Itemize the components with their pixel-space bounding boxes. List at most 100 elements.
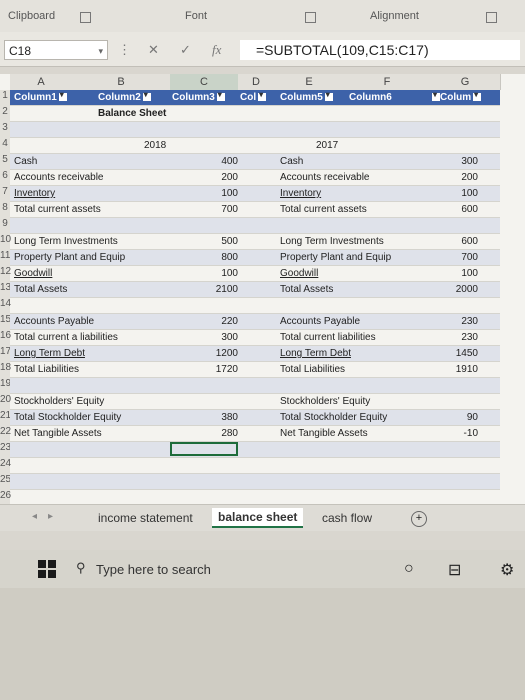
row-label-2017[interactable]: Long Term Investments xyxy=(280,236,384,247)
value-2018[interactable]: 200 xyxy=(221,172,238,183)
table-row[interactable] xyxy=(10,442,500,458)
chevron-down-icon[interactable]: ▾ xyxy=(98,41,103,61)
table-row[interactable]: 2018 2017 xyxy=(10,138,500,154)
column-header-a[interactable]: A xyxy=(10,74,73,90)
column-header-e[interactable]: E xyxy=(274,74,345,90)
row-number[interactable]: 10 xyxy=(0,234,11,251)
row-label-2017[interactable]: Cash xyxy=(280,156,303,167)
table-row[interactable] xyxy=(10,458,500,474)
column-header-c[interactable]: C xyxy=(170,74,239,90)
value-2017[interactable]: 230 xyxy=(461,332,478,343)
column1-header[interactable]: Column1 xyxy=(14,90,67,103)
row-number[interactable]: 7 xyxy=(0,186,10,203)
column-header-g[interactable]: G xyxy=(430,74,501,90)
column3-header[interactable]: Column3 xyxy=(172,90,225,103)
table-row[interactable]: Total Liabilities 1720 Total Liabilities 19… xyxy=(10,362,500,378)
scroll-left-icon[interactable]: ◂ xyxy=(32,511,37,522)
value-2018[interactable]: 1200 xyxy=(216,348,238,359)
windows-start-icon[interactable] xyxy=(38,560,56,578)
filter-dropdown-icon[interactable] xyxy=(324,90,333,102)
table-row[interactable]: Goodwill 100 Goodwill 100 xyxy=(10,266,500,282)
table-row[interactable]: Cash 400 Cash 300 xyxy=(10,154,500,170)
row-number[interactable]: 3 xyxy=(0,122,10,139)
row-number[interactable]: 5 xyxy=(0,154,10,171)
settings-icon[interactable]: ⚙ xyxy=(500,560,514,580)
value-2018[interactable]: 800 xyxy=(221,252,238,263)
active-cell-c18[interactable] xyxy=(170,442,238,456)
row-number[interactable]: 25 xyxy=(0,474,11,491)
column7-header[interactable]: Colum xyxy=(430,90,482,103)
row-label-2018[interactable]: Inventory xyxy=(14,188,55,199)
row-label-2017[interactable]: Stockholders' Equity xyxy=(280,396,370,407)
value-2017[interactable]: 90 xyxy=(467,412,478,423)
table-row[interactable]: Accounts Payable 220 Accounts Payable 230 xyxy=(10,314,500,330)
row-label-2017[interactable]: Total current assets xyxy=(280,204,367,215)
more-options-icon[interactable]: ⋮ xyxy=(118,42,131,58)
column-header-f[interactable]: F xyxy=(344,74,431,90)
row-label-2017[interactable]: Total Assets xyxy=(280,284,333,295)
row-number[interactable]: 17 xyxy=(0,346,11,363)
row-number[interactable]: 13 xyxy=(0,282,11,299)
row-number[interactable]: 21 xyxy=(0,410,11,427)
row-number[interactable]: 16 xyxy=(0,330,11,347)
row-label-2017[interactable]: Net Tangible Assets xyxy=(280,428,368,439)
table-row[interactable]: Long Term Debt 1200 Long Term Debt 1450 xyxy=(10,346,500,362)
column-header-b[interactable]: B xyxy=(72,74,171,90)
row-number[interactable]: 2 xyxy=(0,106,10,123)
table-row[interactable]: Property Plant and Equip 800 Property Plan… xyxy=(10,250,500,266)
row-label-2017[interactable]: Long Term Debt xyxy=(280,348,351,359)
name-box[interactable]: C18 ▾ xyxy=(4,40,108,60)
value-2018[interactable]: 400 xyxy=(221,156,238,167)
cortana-icon[interactable]: ○ xyxy=(404,560,414,578)
filter-dropdown-icon[interactable] xyxy=(58,90,67,102)
row-number[interactable]: 14 xyxy=(0,298,11,315)
task-view-icon[interactable]: ⊟ xyxy=(448,560,461,580)
row-label-2018[interactable]: Long Term Investments xyxy=(14,236,118,247)
value-2018[interactable]: 500 xyxy=(221,236,238,247)
value-2017[interactable]: 600 xyxy=(461,204,478,215)
row-number[interactable]: 12 xyxy=(0,266,11,283)
row-label-2018[interactable]: Accounts receivable xyxy=(14,172,104,183)
value-2017[interactable]: 1450 xyxy=(456,348,478,359)
row-label-2017[interactable]: Total Stockholder Equity xyxy=(280,412,387,423)
close-icon[interactable]: ✕ xyxy=(148,42,159,58)
value-2018[interactable]: 220 xyxy=(221,316,238,327)
table-row[interactable] xyxy=(10,378,500,394)
filter-dropdown-icon[interactable] xyxy=(142,90,151,102)
value-2017[interactable]: 1910 xyxy=(456,364,478,375)
row-number[interactable]: 15 xyxy=(0,314,11,331)
formula-input[interactable]: =SUBTOTAL(109,C15:C17) xyxy=(240,40,520,60)
row-number[interactable]: 4 xyxy=(0,138,10,155)
row-number[interactable]: 6 xyxy=(0,170,10,187)
font-launcher-icon[interactable]: x xyxy=(305,12,316,23)
table-row[interactable]: Inventory 100 Inventory 100 xyxy=(10,186,500,202)
search-placeholder[interactable]: Type here to search xyxy=(96,562,211,577)
taskbar-search[interactable]: ⚲ Type here to search xyxy=(76,556,336,582)
column2-header[interactable]: Column2 xyxy=(98,90,151,103)
alignment-launcher-icon[interactable]: x xyxy=(486,12,497,23)
row-label-2018[interactable]: Accounts Payable xyxy=(14,316,94,327)
row-label-2017[interactable]: Accounts receivable xyxy=(280,172,370,183)
row-label-2018[interactable]: Total current a liabilities xyxy=(14,332,118,343)
value-2017[interactable]: 600 xyxy=(461,236,478,247)
row-number[interactable]: 18 xyxy=(0,362,11,379)
table-row[interactable] xyxy=(10,218,500,234)
row-label-2017[interactable]: Total current liabilities xyxy=(280,332,376,343)
row-label-2018[interactable]: Total current assets xyxy=(14,204,101,215)
value-2017[interactable]: 300 xyxy=(461,156,478,167)
value-2018[interactable]: 100 xyxy=(221,268,238,279)
value-2018[interactable]: 2100 xyxy=(216,284,238,295)
value-2018[interactable]: 300 xyxy=(221,332,238,343)
table-row[interactable]: Total Stockholder Equity 380 Total Stockho… xyxy=(10,410,500,426)
row-label-2018[interactable]: Net Tangible Assets xyxy=(14,428,102,439)
value-2018[interactable]: 280 xyxy=(221,428,238,439)
row-label-2018[interactable]: Goodwill xyxy=(14,268,52,279)
table-row[interactable]: Balance Sheet xyxy=(10,106,500,122)
row-label-2018[interactable]: Stockholders' Equity xyxy=(14,396,104,407)
value-2017[interactable]: 700 xyxy=(461,252,478,263)
row-label-2017[interactable]: Accounts Payable xyxy=(280,316,360,327)
filter-dropdown-icon[interactable] xyxy=(432,90,440,102)
row-label-2018[interactable]: Long Term Debt xyxy=(14,348,85,359)
value-2018[interactable]: 1720 xyxy=(216,364,238,375)
row-label-2017[interactable]: Property Plant and Equip xyxy=(280,252,391,263)
